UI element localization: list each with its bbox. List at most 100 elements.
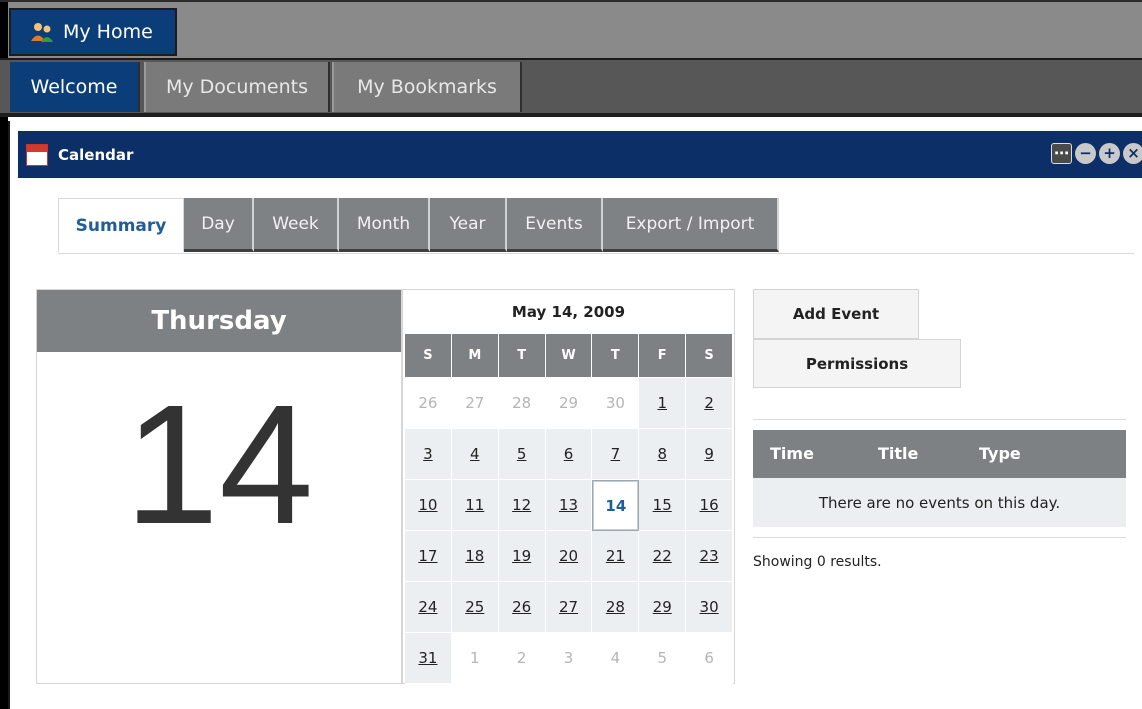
tab-summary[interactable]: Summary [58,198,184,252]
tab-my-bookmarks-label: My Bookmarks [357,76,497,98]
day-cell[interactable]: 12 [498,480,546,531]
other-month-day-cell: 6 [686,633,734,684]
other-month-day-cell: 29 [545,378,593,429]
selected-day-cell[interactable]: 14 [592,480,640,531]
day-panel: Thursday 14 [36,289,402,684]
week-row: 24 25 26 27 28 29 30 [405,582,734,633]
tab-summary-label: Summary [75,215,167,236]
weekday-header: T [498,334,546,378]
events-empty-message: There are no events on this day. [753,478,1126,527]
week-row: 31 1 2 3 4 5 6 [405,633,734,684]
tab-events[interactable]: Events [507,198,603,252]
day-cell[interactable]: 6 [545,429,593,480]
day-cell[interactable]: 30 [686,582,734,633]
day-cell[interactable]: 20 [545,531,593,582]
day-cell[interactable]: 8 [639,429,687,480]
other-month-day-cell: 27 [451,378,499,429]
day-cell[interactable]: 10 [405,480,452,531]
tab-day[interactable]: Day [184,198,254,252]
calendar-tabs: Summary Day Week Month Year Events Expor… [58,198,779,254]
users-icon [29,21,55,43]
mini-calendar-grid: S M T W T F S 26 27 28 29 30 1 2 3 4 5 6 7 8 9 10 11 12 13 14 15 16… [405,334,734,684]
day-cell[interactable]: 15 [639,480,687,531]
column-title[interactable]: Title [878,444,918,463]
tab-events-label: Events [525,213,583,234]
day-cell[interactable]: 11 [451,480,499,531]
other-month-day-cell: 2 [498,633,546,684]
close-icon[interactable]: × [1123,143,1142,164]
day-cell[interactable]: 16 [686,480,734,531]
day-cell[interactable]: 25 [451,582,499,633]
column-time[interactable]: Time [770,444,814,463]
weekday-header-row: SMTWTFS [405,334,734,378]
permissions-button[interactable]: Permissions [753,339,961,388]
day-cell[interactable]: 4 [451,429,499,480]
day-cell[interactable]: 22 [639,531,687,582]
weekday-heading: Thursday [37,290,401,352]
mini-calendar: May 14, 2009 S M T W T F S 26 27 28 29 30 1 2 3 4 5 6 7 8 9 1… [402,289,735,684]
events-table-header: Time Title Type [753,430,1126,478]
column-type[interactable]: Type [979,444,1021,463]
day-cell[interactable]: 21 [592,531,640,582]
tab-week[interactable]: Week [254,198,339,252]
tab-welcome-label: Welcome [30,76,118,98]
permissions-label: Permissions [805,354,909,373]
weekday-header: S [686,334,734,378]
tab-my-documents[interactable]: My Documents [144,62,330,112]
day-cell[interactable]: 24 [405,582,452,633]
day-cell[interactable]: 2 [686,378,734,429]
week-row: 17 18 19 20 21 22 23 [405,531,734,582]
top-bar: My Home [0,0,1142,709]
divider [753,537,1126,538]
tab-year[interactable]: Year [430,198,507,252]
tab-month-label: Month [356,213,411,234]
day-cell[interactable]: 23 [686,531,734,582]
day-cell[interactable]: 7 [592,429,640,480]
tab-week-label: Week [272,213,319,234]
day-cell[interactable]: 1 [639,378,687,429]
add-event-label: Add Event [792,305,880,323]
maximize-icon[interactable]: + [1099,143,1120,164]
day-cell[interactable]: 31 [405,633,452,684]
tab-day-label: Day [201,213,235,234]
other-month-day-cell: 4 [592,633,640,684]
week-row: 3456789 [405,429,734,480]
other-month-day-cell: 3 [545,633,593,684]
day-cell[interactable]: 19 [498,531,546,582]
day-cell[interactable]: 18 [451,531,499,582]
day-cell[interactable]: 29 [639,582,687,633]
week-row: 26 27 28 29 30 1 2 [405,378,734,429]
other-month-day-cell: 5 [639,633,687,684]
portlet-title: Calendar [58,145,134,164]
portlet-controls: ⋯ − + × [1051,143,1142,164]
tab-month[interactable]: Month [339,198,430,252]
tab-welcome[interactable]: Welcome [10,62,140,112]
day-cell[interactable]: 13 [545,480,593,531]
weekday-header: S [405,334,452,378]
weekday-header: F [639,334,687,378]
divider [753,419,1126,420]
sub-nav: Welcome My Documents My Bookmarks [0,60,1142,117]
day-cell[interactable]: 9 [686,429,734,480]
tab-export-import[interactable]: Export / Import [603,198,779,252]
results-count: Showing 0 results. [753,554,882,570]
weekday-header: M [451,334,499,378]
other-month-day-cell: 28 [498,378,546,429]
add-event-button[interactable]: Add Event [753,289,919,339]
day-cell[interactable]: 3 [405,429,452,480]
tab-my-documents-label: My Documents [165,76,308,98]
day-cell[interactable]: 17 [405,531,452,582]
minimize-icon[interactable]: − [1075,143,1096,164]
my-home-tab[interactable]: My Home [9,8,177,56]
portlet-header: Calendar ⋯ − + × [18,131,1142,178]
tab-underline [58,253,1134,254]
day-cell[interactable]: 28 [592,582,640,633]
options-icon[interactable]: ⋯ [1051,143,1072,164]
calendar-portlet: Calendar ⋯ − + × Summary Day Week Month … [8,121,1142,709]
day-cell[interactable]: 26 [498,582,546,633]
calendar-icon [26,143,48,166]
day-cell[interactable]: 5 [498,429,546,480]
weekday-header: T [592,334,640,378]
tab-my-bookmarks[interactable]: My Bookmarks [332,62,522,112]
day-cell[interactable]: 27 [545,582,593,633]
